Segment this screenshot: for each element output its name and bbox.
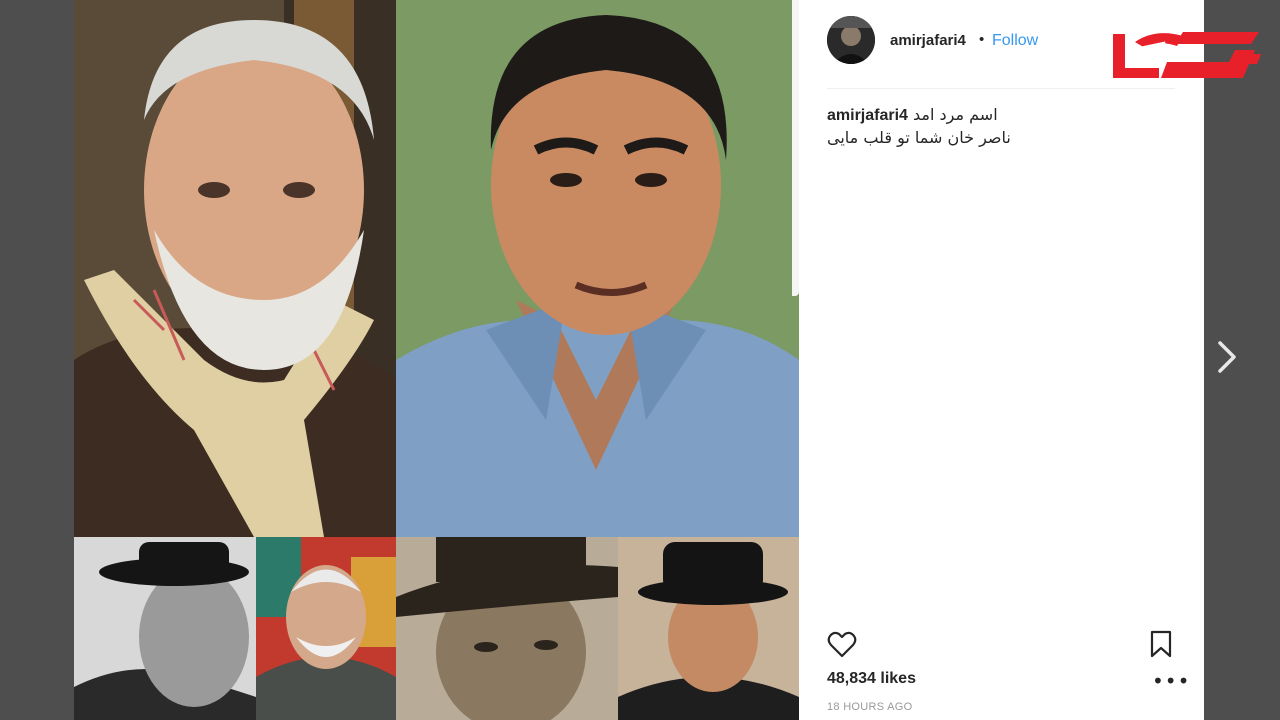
post-divider-edge [792,0,799,296]
likes-count[interactable]: 48,834 likes [827,670,916,688]
photo-tile-elder-tapestry [256,537,396,720]
separator-dot: • [979,31,985,48]
caption-line-1: amirjafari4 اسم مرد امد [827,103,998,127]
more-options-icon[interactable]: ••• [1152,671,1190,691]
header-divider [827,88,1175,89]
heart-icon[interactable] [827,630,857,660]
photo-tile-blue-shirt-portrait [396,0,799,537]
photo-tile-hat-bw [74,537,256,720]
post-side-panel: amirjafari4 • Follow amirjafari4 اسم مرد… [799,0,1261,720]
post-header: amirjafari4 • Follow [799,0,1261,88]
chevron-right-icon[interactable] [1216,340,1240,374]
follow-button[interactable]: Follow [992,32,1038,50]
photo-tile-hat-sepia [396,537,618,720]
caption-text-line1: اسم مرد امد [913,105,998,124]
photo-tile-elder-portrait [74,0,396,537]
bookmark-icon[interactable] [1149,630,1173,658]
caption-username[interactable]: amirjafari4 [827,107,908,124]
post-image[interactable] [74,0,799,720]
avatar[interactable] [827,16,875,64]
site-logo [1113,32,1261,78]
caption-text-line2: ناصر خان شما تو قلب مایی [827,128,1011,147]
post-timestamp[interactable]: 18 HOURS AGO [827,701,913,713]
username-link[interactable]: amirjafari4 [890,32,966,49]
photo-tile-hat-color [618,537,799,720]
